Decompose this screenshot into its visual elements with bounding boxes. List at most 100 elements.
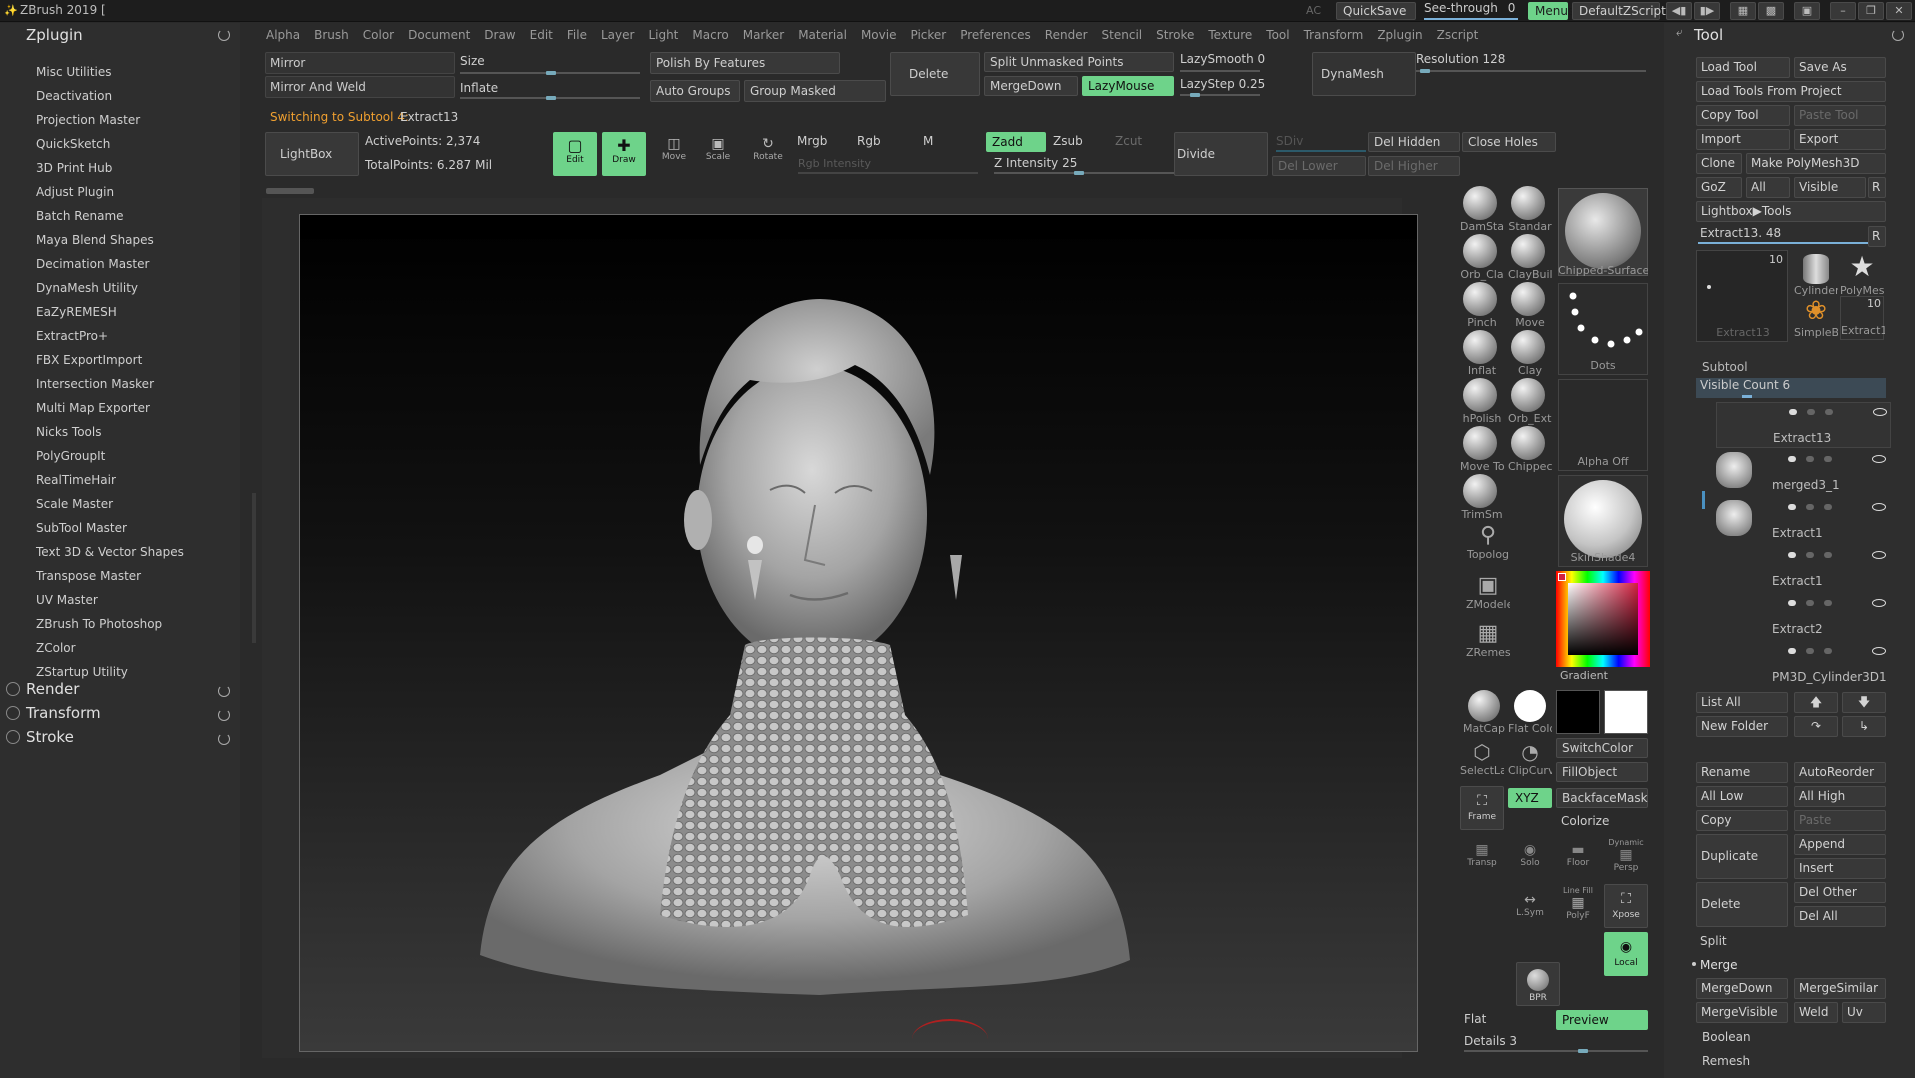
subtool-toggle-icon[interactable] [1824, 504, 1832, 510]
colorize-button[interactable]: Colorize [1556, 812, 1648, 832]
visibility-eye-icon[interactable] [1872, 551, 1886, 559]
z-intensity-knob[interactable] [1074, 171, 1084, 175]
topology-brush[interactable]: ⚲ Topolog [1466, 523, 1510, 561]
matcap-material[interactable]: MatCap [1462, 690, 1506, 735]
rgb-button[interactable]: Rgb [852, 132, 914, 152]
zplugin-item[interactable]: Misc Utilities [36, 65, 112, 79]
del-higher-button[interactable]: Del Higher [1368, 156, 1460, 176]
details-knob[interactable] [1578, 1049, 1588, 1053]
subtool-row[interactable]: Extract2 [1716, 594, 1891, 640]
scale-mode-button[interactable]: ▣ Scale [698, 136, 738, 162]
zsub-button[interactable]: Zsub [1048, 132, 1108, 152]
transp-button[interactable]: ▦ Transp [1460, 836, 1504, 880]
navigation-gizmo-icon[interactable] [912, 1019, 988, 1059]
zplugin-item[interactable]: Batch Rename [36, 209, 124, 223]
rename-button[interactable]: Rename [1696, 762, 1788, 783]
visible-count-slider[interactable]: Visible Count 6 [1696, 378, 1886, 398]
menu-item[interactable]: Marker [743, 28, 784, 42]
subtool-scrollbar[interactable] [1702, 491, 1705, 509]
color-picker-square[interactable] [1568, 583, 1638, 655]
active-color-swatch[interactable] [1558, 573, 1566, 581]
mergedown-button[interactable]: MergeDown [984, 76, 1078, 96]
zplugin-item[interactable]: 3D Print Hub [36, 161, 112, 175]
tool-name-slider[interactable]: Extract13. 48 [1700, 226, 1781, 240]
subtool-header[interactable]: Subtool [1694, 360, 1890, 376]
import-button[interactable]: Import [1696, 129, 1790, 150]
details-track[interactable] [1464, 1050, 1648, 1052]
brush-slot[interactable]: Orb_Cla [1460, 234, 1504, 281]
goz-visible-button[interactable]: Visible [1794, 177, 1866, 198]
subtool-toggle-icon[interactable] [1788, 600, 1796, 606]
refresh-icon[interactable] [1892, 29, 1904, 41]
refresh-icon[interactable] [218, 709, 230, 721]
subtool-toggle-icon[interactable] [1824, 552, 1832, 558]
subtool-toggle-icon[interactable] [1806, 456, 1814, 462]
left-scrollbar[interactable] [252, 493, 256, 643]
menu-item[interactable]: Transform [1304, 28, 1364, 42]
subtool-row[interactable]: Extract1 [1716, 546, 1891, 592]
zremesher-brush[interactable]: ▦ ZRemes [1466, 621, 1510, 659]
zplugin-item[interactable]: Multi Map Exporter [36, 401, 150, 415]
lightbox-tools-button[interactable]: Lightbox▶Tools [1696, 201, 1886, 222]
brush-slot[interactable]: DamSta [1460, 186, 1504, 233]
boolean-section[interactable]: Boolean [1702, 1030, 1751, 1044]
visibility-eye-icon[interactable] [1872, 455, 1886, 463]
rotate-mode-button[interactable]: ↻ Rotate [748, 136, 788, 162]
subtool-toggle-icon[interactable] [1788, 504, 1796, 510]
zplugin-item[interactable]: Decimation Master [36, 257, 149, 271]
draw-mode-button[interactable]: ✚ Draw [602, 132, 646, 176]
auto-reorder-button[interactable]: AutoReorder [1794, 762, 1886, 783]
menu-item[interactable]: Texture [1208, 28, 1252, 42]
auto-groups-button[interactable]: Auto Groups [650, 80, 740, 102]
xyz-symmetry-button[interactable]: XYZ [1508, 788, 1552, 808]
polyf-button[interactable]: Line Fill ▦ PolyF [1556, 884, 1600, 928]
zcut-button[interactable]: Zcut [1110, 132, 1170, 152]
menu-item[interactable]: File [567, 28, 587, 42]
zmodeler-brush[interactable]: ▣ ZModele [1466, 573, 1510, 611]
lazysmooth-track[interactable] [1180, 70, 1260, 72]
local-button[interactable]: ◉ Local [1604, 932, 1648, 976]
next-icon[interactable]: ▮▶ [1694, 2, 1720, 20]
subtool-toggle-icon[interactable] [1788, 648, 1796, 654]
menu-item[interactable]: Document [408, 28, 470, 42]
color-picker[interactable] [1556, 571, 1650, 667]
back-arrow-icon[interactable]: ⤶ [1676, 25, 1683, 40]
export-button[interactable]: Export [1794, 129, 1886, 150]
zplugin-item[interactable]: Projection Master [36, 113, 140, 127]
resolution-knob[interactable] [1420, 69, 1430, 73]
lightbox-button[interactable]: LightBox [265, 132, 359, 176]
fill-object-button[interactable]: FillObject [1556, 762, 1648, 782]
mirror-and-weld-button[interactable]: Mirror And Weld [265, 76, 455, 98]
zplugin-item[interactable]: QuickSketch [36, 137, 110, 151]
subtool-toggle-icon[interactable] [1788, 552, 1796, 558]
zplugin-item[interactable]: RealTimeHair [36, 473, 116, 487]
menu-item[interactable]: Zscript [1437, 28, 1479, 42]
merge-section[interactable]: Merge [1700, 958, 1737, 972]
subtool-row[interactable]: Extract1 [1716, 498, 1891, 544]
menu-item[interactable]: Layer [601, 28, 634, 42]
zplugin-item[interactable]: Deactivation [36, 89, 112, 103]
duplicate-button[interactable]: Duplicate [1696, 834, 1788, 879]
clip-curve-brush[interactable]: ◔ ClipCurv [1508, 740, 1552, 777]
brush-slot[interactable]: ClayBuil [1508, 234, 1552, 281]
lazymouse-button[interactable]: LazyMouse [1082, 76, 1174, 96]
menu-item[interactable]: Zplugin [1377, 28, 1422, 42]
resolution-slider[interactable]: Resolution 128 [1416, 52, 1505, 66]
brush-slot[interactable]: Pinch [1460, 282, 1500, 329]
brush-slot[interactable]: hPolish [1460, 378, 1501, 425]
folder-up-icon[interactable]: ↷ [1794, 716, 1838, 737]
polish-by-features-button[interactable]: Polish By Features [650, 52, 840, 74]
layout2-icon[interactable]: ▩ [1758, 2, 1784, 20]
subtool-row[interactable]: merged3_1 [1716, 450, 1891, 496]
all-low-button[interactable]: All Low [1696, 786, 1788, 807]
minimize-icon[interactable]: – [1830, 2, 1856, 20]
menu-item[interactable]: Tool [1266, 28, 1289, 42]
solo-button[interactable]: ◉ Solo [1508, 836, 1552, 880]
layout-icon[interactable]: ▦ [1730, 2, 1756, 20]
persp-button[interactable]: Dynamic ▦ Persp [1604, 836, 1648, 880]
zplugin-item[interactable]: PolyGroupIt [36, 449, 105, 463]
see-through-slider[interactable]: See-through 0 [1424, 1, 1524, 21]
merge-similar-button[interactable]: MergeSimilar [1794, 978, 1886, 999]
gradient-label[interactable]: Gradient [1560, 669, 1608, 682]
zplugin-item[interactable]: EaZyREMESH [36, 305, 117, 319]
